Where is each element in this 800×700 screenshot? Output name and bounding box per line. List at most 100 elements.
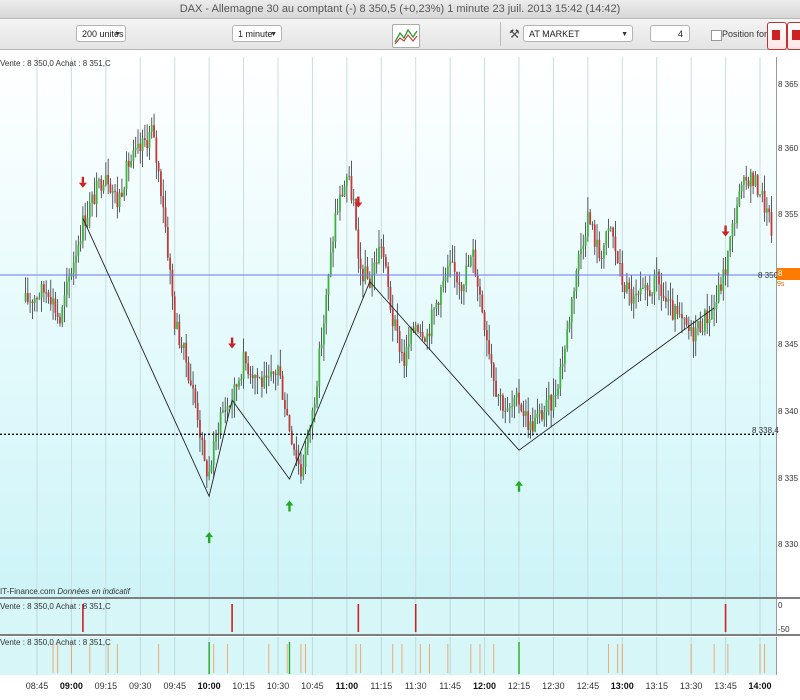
candle-up — [68, 277, 71, 282]
candle-down — [109, 184, 112, 193]
candle-down — [520, 404, 523, 411]
y-tick-label: 8 345 — [778, 340, 799, 349]
candle-down — [612, 227, 615, 237]
candle-up — [226, 405, 229, 412]
candle-up — [325, 295, 328, 324]
candle-down — [169, 257, 172, 270]
candle-down — [676, 305, 679, 315]
time-axis-label: 11:00 — [335, 681, 359, 691]
candle-down — [492, 363, 495, 381]
candle-down — [619, 263, 621, 265]
candle-down — [531, 421, 534, 432]
candle-up — [524, 411, 527, 416]
candle-up — [405, 346, 408, 366]
candle-down — [589, 212, 592, 225]
candle-down — [458, 282, 461, 285]
candle-down — [288, 415, 291, 431]
candle-down — [591, 224, 594, 226]
candle-down — [417, 325, 419, 332]
sell-signal-arrow-head — [721, 231, 730, 237]
candle-down — [490, 354, 493, 364]
candle-up — [118, 192, 121, 208]
candle-down — [502, 395, 504, 411]
candle-up — [75, 255, 77, 263]
candle-up — [736, 205, 738, 224]
candle-up — [318, 348, 321, 387]
candle-up — [575, 270, 578, 292]
candle-up — [426, 333, 429, 342]
candle-up — [258, 377, 261, 379]
candle-down — [341, 194, 344, 197]
candle-down — [143, 138, 146, 141]
candle-up — [506, 408, 509, 411]
buy-signal-arrow — [285, 500, 294, 512]
time-axis-label: 09:30 — [129, 681, 152, 691]
candle-up — [529, 421, 532, 430]
candle-down — [527, 411, 530, 430]
candle-up — [536, 413, 539, 418]
candle-up — [596, 239, 598, 247]
candle-up — [609, 227, 612, 229]
candle-down — [453, 261, 456, 272]
candle-up — [449, 261, 452, 267]
candle-up — [722, 269, 725, 291]
candle-up — [568, 322, 571, 329]
candle-up — [40, 284, 43, 298]
y-tick-label: 8 335 — [778, 474, 799, 483]
candle-up — [320, 344, 323, 349]
candle-up — [336, 211, 339, 213]
candle-down — [366, 266, 369, 279]
candle-down — [467, 265, 470, 267]
candle-down — [116, 191, 119, 208]
candle-up — [111, 190, 114, 193]
candle-down — [54, 298, 57, 313]
candle-down — [387, 266, 390, 287]
y-tick-label: 8 365 — [778, 80, 799, 89]
candle-up — [667, 299, 670, 302]
credit-note: Données en indicatif — [57, 587, 130, 596]
candle-down — [274, 373, 277, 375]
current-price-countdown: 9s — [777, 281, 785, 288]
candle-down — [763, 190, 766, 213]
candle-down — [600, 258, 603, 260]
candle-up — [263, 375, 266, 387]
candle-up — [733, 223, 736, 225]
candle-up — [713, 309, 715, 311]
candle-up — [440, 287, 442, 305]
buy-signal-arrow-shaft — [207, 537, 211, 544]
candle-down — [36, 298, 38, 300]
candle-down — [504, 410, 507, 412]
candle-down — [279, 366, 282, 376]
candle-down — [31, 301, 34, 304]
candle-up — [24, 293, 27, 302]
candle-up — [407, 343, 410, 347]
candle-up — [651, 293, 654, 297]
candle-down — [139, 143, 142, 151]
candle-down — [153, 125, 155, 138]
candle-up — [123, 188, 126, 197]
candle-up — [352, 198, 355, 201]
candle-down — [437, 303, 440, 305]
candle-up — [238, 380, 240, 387]
candle-down — [745, 177, 748, 181]
volume-pane-info: Vente : 8 350,0 Achat : 8 351,C — [0, 638, 111, 647]
sell-signal-arrow-head — [78, 182, 87, 188]
candle-up — [566, 328, 569, 349]
buy-signal-arrow-head — [515, 480, 523, 486]
current-price-axis-label: 8 350 — [758, 271, 779, 280]
candle-up — [72, 262, 75, 274]
time-axis-label: 10:00 — [197, 681, 221, 691]
time-axis-label: 10:30 — [266, 681, 290, 691]
candle-up — [302, 466, 305, 477]
candle-down — [205, 460, 208, 477]
candle-up — [754, 175, 757, 186]
sell-signal-arrow — [228, 337, 237, 349]
candle-up — [132, 150, 135, 161]
candle-up — [277, 366, 279, 375]
candle-down — [598, 239, 601, 259]
candle-up — [79, 241, 82, 245]
candle-down — [249, 374, 252, 376]
sell-signal-arrow-shaft — [724, 225, 727, 232]
candle-up — [573, 291, 575, 299]
candle-up — [635, 293, 637, 296]
